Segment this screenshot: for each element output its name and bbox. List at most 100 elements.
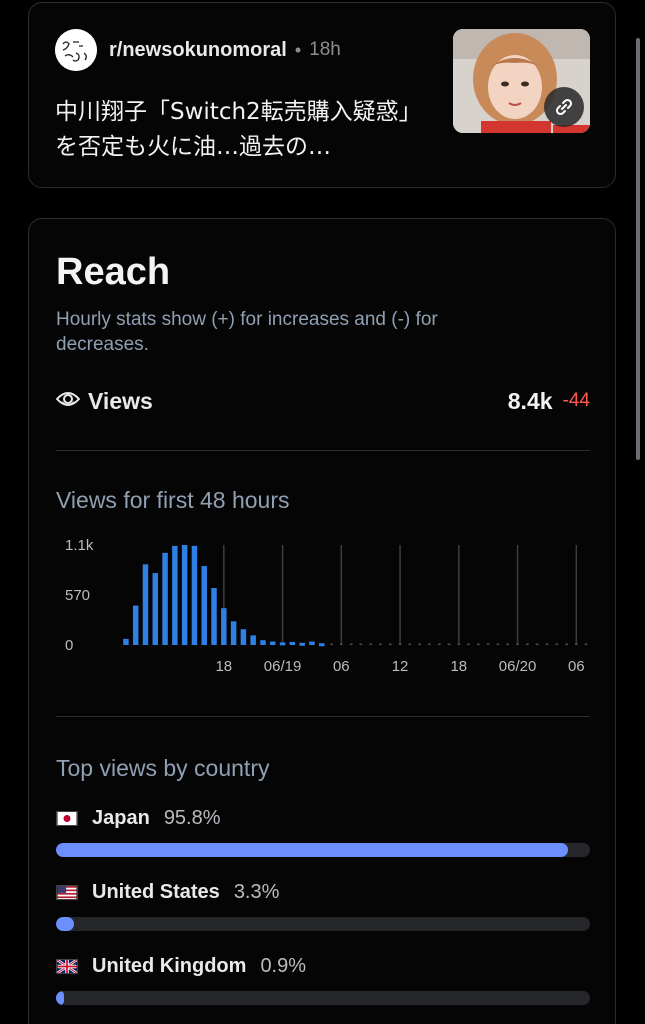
post-title[interactable]: 中川翔子「Switch2転売購入疑惑」を否定も火に油…過去の… [55, 95, 435, 165]
chart-bar [309, 641, 315, 645]
chart-bar [496, 643, 500, 645]
chart-bar [555, 643, 559, 645]
chart-bar [369, 643, 373, 645]
y-tick-label: 570 [65, 587, 90, 604]
country-percent: 95.8% [163, 806, 221, 829]
chart-bar [457, 643, 461, 645]
country-bar-fill [56, 917, 74, 931]
country-bar-track [56, 991, 590, 1005]
chart-bar [162, 552, 168, 645]
x-tick-label: 18 [450, 658, 467, 675]
country-name: Japan [92, 806, 150, 829]
divider [56, 716, 590, 717]
x-tick-label: 06 [333, 658, 350, 675]
scrollbar[interactable] [636, 38, 640, 460]
chart-bar [221, 608, 227, 645]
chart-bar [408, 643, 412, 645]
x-tick-label: 06/19 [264, 658, 302, 675]
chart-bar [123, 638, 129, 645]
chart-bar [279, 642, 286, 646]
chart-bar [525, 643, 529, 645]
chart-bar [152, 573, 159, 645]
chart-bar [230, 621, 237, 645]
country-row-united-kingdom: United Kingdom 0.9% [56, 951, 590, 1005]
post-thumbnail[interactable] [453, 29, 590, 133]
chart-bar [172, 545, 178, 645]
country-bar-track [56, 843, 590, 857]
chart-bar [565, 643, 568, 645]
divider [56, 450, 590, 451]
chart-bar [132, 605, 139, 645]
post-meta: r/newsokunomoral • 18h [55, 29, 341, 71]
chart-bar [289, 641, 296, 645]
chart-bar [447, 643, 451, 645]
country-row-japan: Japan 95.8% [56, 803, 590, 857]
reach-subtitle: Hourly stats show (+) for increases and … [56, 309, 438, 355]
chart-bar [506, 643, 510, 645]
chart-bar [191, 545, 198, 645]
chart-bar [359, 643, 363, 645]
uk-flag-icon [56, 958, 78, 974]
chart-bar [299, 642, 305, 646]
views-row: Views 8.4k -44 [55, 383, 590, 419]
chart-bar [379, 643, 382, 645]
views-label: Views [88, 387, 153, 414]
chart-bar [545, 643, 549, 645]
country-bar-track [56, 917, 590, 931]
link-icon[interactable] [544, 87, 584, 127]
us-flag-icon [56, 884, 78, 900]
country-row-united-states: United States 3.3% [56, 877, 590, 931]
y-tick-label: 1.1k [65, 539, 94, 554]
reach-title: Reach [56, 251, 171, 293]
chart-bar [535, 643, 539, 645]
chart-bar [486, 643, 490, 645]
chart-bar [574, 643, 578, 645]
post-time: 18h [309, 39, 341, 60]
chart-bar [270, 641, 276, 645]
chart-bar [477, 643, 480, 645]
meta-separator: • [294, 39, 302, 60]
subreddit-avatar-icon[interactable] [55, 29, 97, 71]
views-delta: -44 [562, 390, 590, 411]
chart-bar [437, 643, 441, 645]
chart-bar [339, 643, 343, 645]
chart-bar [260, 640, 266, 645]
x-tick-label: 18 [215, 658, 232, 675]
reach-card: Reach Hourly stats show (+) for increase… [28, 218, 616, 1024]
country-bar-fill [56, 991, 64, 1005]
country-title: Top views by country [56, 755, 270, 781]
country-bar-fill [56, 843, 568, 857]
views-chart: 18 06/19 06 12 18 06/20 06 1.1k 570 0 [65, 539, 588, 675]
chart-bar [584, 643, 588, 645]
chart-title: Views for first 48 hours [56, 487, 290, 513]
country-percent: 0.9% [260, 954, 307, 977]
country-name: United States [92, 880, 220, 903]
chart-bar [211, 587, 217, 645]
chart-bar [349, 643, 353, 645]
x-tick-label: 12 [392, 658, 409, 675]
chart-bar [318, 643, 325, 647]
eye-icon [55, 389, 81, 414]
chart-bar [201, 566, 207, 645]
screen: r/newsokunomoral • 18h 中川翔子「Switch2転売購入疑… [0, 0, 645, 1024]
chart-bar [388, 643, 392, 645]
chart-bar [250, 635, 256, 645]
japan-flag-icon [56, 810, 78, 826]
chart-bar [330, 643, 333, 645]
chart-bar [142, 564, 149, 645]
views-value: 8.4k [507, 387, 553, 414]
chart-bar [467, 643, 470, 645]
chart-bar [428, 643, 431, 645]
post-card[interactable]: r/newsokunomoral • 18h 中川翔子「Switch2転売購入疑… [28, 2, 616, 188]
country-name: United Kingdom [92, 954, 247, 977]
chart-bar [516, 643, 519, 645]
x-tick-label: 06 [568, 658, 585, 675]
x-tick-label: 06/20 [499, 658, 537, 675]
chart-bar [240, 629, 247, 645]
country-percent: 3.3% [233, 880, 280, 903]
subreddit-name[interactable]: r/newsokunomoral [109, 39, 287, 62]
chart-bar [418, 643, 422, 645]
chart-bar [181, 545, 188, 645]
chart-bar [398, 643, 402, 645]
y-tick-label: 0 [65, 637, 73, 654]
